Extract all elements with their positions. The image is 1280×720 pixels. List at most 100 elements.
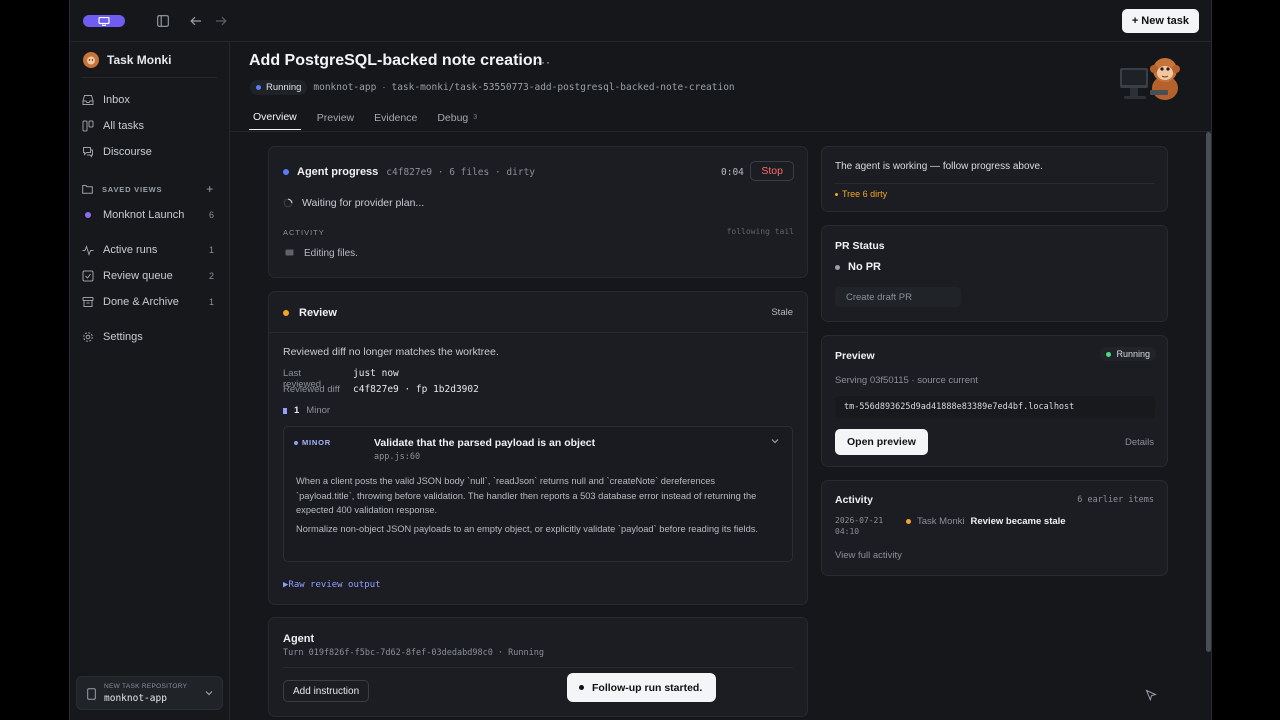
pr-status-card: PR Status No PR Create draft PR bbox=[821, 225, 1168, 322]
device-icon bbox=[87, 688, 96, 700]
tree-status: Tree 6 dirty bbox=[842, 189, 888, 199]
sidebar-item-count: 1 bbox=[208, 245, 214, 255]
activity-timestamp: 2026-07-21 04:10 bbox=[835, 516, 884, 536]
preview-status-badge: Running bbox=[1100, 347, 1156, 361]
chevron-down-icon[interactable] bbox=[771, 438, 779, 444]
message-icon bbox=[285, 249, 294, 256]
top-bar: + New task bbox=[70, 0, 1211, 42]
divider bbox=[835, 183, 1155, 184]
tab-debug[interactable]: Debug 3 bbox=[433, 111, 481, 130]
branch-name[interactable]: task-monki/task-53550773-add-postgresql-… bbox=[391, 82, 734, 93]
more-options-icon[interactable]: ··· bbox=[536, 55, 551, 69]
toast-dot bbox=[579, 685, 584, 690]
inbox-icon bbox=[82, 95, 94, 105]
review-state: Stale bbox=[771, 307, 793, 318]
toast-notification: Follow-up run started. bbox=[567, 673, 716, 702]
divider bbox=[82, 77, 217, 78]
agent-progress-title: Agent progress bbox=[297, 166, 379, 178]
pr-status-title: PR Status bbox=[835, 240, 885, 252]
add-instruction-button[interactable]: Add instruction bbox=[283, 680, 370, 702]
sidebar-item-discourse[interactable]: Discourse bbox=[82, 142, 214, 162]
sidebar-item-monknot-launch[interactable]: Monknot Launch 6 bbox=[82, 205, 214, 225]
sidebar-item-review-queue[interactable]: Review queue 2 bbox=[82, 266, 214, 286]
review-status-dot bbox=[283, 310, 289, 316]
sidebar-item-active-runs[interactable]: Active runs 1 bbox=[82, 240, 214, 260]
stop-button[interactable]: Stop bbox=[750, 161, 794, 181]
sidebar-item-inbox[interactable]: Inbox bbox=[82, 90, 214, 110]
agent-progress-card: Agent progress c4f827e9 · 6 files · dirt… bbox=[268, 146, 808, 278]
app-switcher-pill[interactable] bbox=[83, 15, 125, 27]
sidebar-item-count: 6 bbox=[208, 210, 214, 220]
finding-title: Validate that the parsed payload is an o… bbox=[374, 437, 596, 449]
agent-progress-meta: c4f827e9 · 6 files · dirty bbox=[386, 166, 536, 178]
gear-icon bbox=[83, 332, 93, 342]
agent-status-card: The agent is working — follow progress a… bbox=[821, 146, 1168, 212]
divider bbox=[269, 332, 807, 333]
reviewed-diff-label: Reviewed diff bbox=[283, 384, 340, 395]
preview-url[interactable]: tm-556d893625d9ad41888e83389e7ed4bf.loca… bbox=[835, 396, 1155, 418]
spinner-icon bbox=[283, 198, 293, 208]
sidebar-item-label: Done & Archive bbox=[103, 296, 179, 308]
tree-dirty-dot bbox=[835, 192, 838, 196]
activity-entry: Task Monki Review became stale bbox=[906, 516, 1066, 527]
reviewed-diff-value: c4f827e9 · fp 1b2d3902 bbox=[353, 384, 479, 395]
tab-preview[interactable]: Preview bbox=[313, 111, 358, 130]
task-meta: Running monknot-app · task-monki/task-53… bbox=[250, 80, 735, 95]
finding-location[interactable]: app.js:60 bbox=[374, 452, 420, 462]
preview-title: Preview bbox=[835, 350, 875, 362]
raw-review-output-toggle[interactable]: ▶Raw review output bbox=[283, 580, 381, 590]
agent-title: Agent bbox=[283, 633, 315, 645]
scrollbar[interactable] bbox=[1206, 132, 1211, 652]
agent-turn: Turn 019f826f-f5bc-7d62-8fef-03dedabd98c… bbox=[283, 648, 544, 658]
finding-body: When a client posts the valid JSON body … bbox=[296, 476, 757, 515]
repository-select[interactable]: NEW TASK REPOSITORY monknot-app bbox=[76, 676, 223, 710]
brand[interactable]: Task Monki bbox=[83, 52, 171, 68]
new-task-button[interactable]: + New task bbox=[1121, 9, 1199, 33]
severity-marker bbox=[283, 407, 287, 414]
add-saved-view-button[interactable]: + bbox=[206, 182, 214, 196]
cursor-pointer-icon bbox=[1145, 689, 1157, 701]
finding-count: 1 bbox=[294, 405, 300, 416]
open-preview-button[interactable]: Open preview bbox=[835, 429, 928, 455]
working-message: The agent is working — follow progress a… bbox=[835, 161, 1043, 172]
tab-overview[interactable]: Overview bbox=[249, 111, 301, 130]
sidebar-toggle-icon[interactable] bbox=[155, 13, 171, 29]
monkey-mascot-illustration bbox=[1120, 58, 1180, 100]
preview-details-link[interactable]: Details bbox=[1125, 437, 1154, 448]
tab-badge: 3 bbox=[473, 114, 478, 121]
sidebar-item-label: Settings bbox=[103, 331, 143, 343]
finding-item[interactable]: MINOR Validate that the parsed payload i… bbox=[283, 426, 793, 562]
chevron-down-icon bbox=[205, 691, 213, 696]
divider bbox=[283, 667, 793, 668]
separator: · bbox=[382, 82, 386, 93]
saved-views-header: SAVED VIEWS + bbox=[82, 182, 214, 196]
review-title: Review bbox=[299, 307, 337, 319]
view-color-dot bbox=[85, 212, 91, 218]
pr-state: No PR bbox=[848, 261, 881, 273]
preview-card: Preview Running Serving 03f50115 · sourc… bbox=[821, 335, 1168, 467]
activity-title: Activity bbox=[835, 494, 873, 506]
archive-icon bbox=[82, 297, 94, 307]
chat-icon bbox=[83, 147, 93, 158]
status-dot bbox=[256, 85, 261, 90]
tab-evidence[interactable]: Evidence bbox=[370, 111, 421, 130]
sidebar-item-count: 2 bbox=[208, 271, 214, 281]
brand-name: Task Monki bbox=[107, 53, 172, 67]
sidebar-item-settings[interactable]: Settings bbox=[82, 327, 214, 347]
toast-message: Follow-up run started. bbox=[592, 681, 703, 694]
sidebar-item-label: All tasks bbox=[103, 120, 144, 132]
earlier-items[interactable]: 6 earlier items bbox=[1077, 495, 1154, 505]
folder-icon bbox=[82, 185, 93, 194]
sidebar-item-label: Monknot Launch bbox=[103, 209, 185, 221]
agent-card: Agent Turn 019f826f-f5bc-7d62-8fef-03ded… bbox=[268, 617, 808, 717]
sidebar-item-done-archive[interactable]: Done & Archive 1 bbox=[82, 292, 214, 312]
forward-arrow-icon[interactable] bbox=[213, 13, 229, 29]
review-card: Review Stale Reviewed diff no longer mat… bbox=[268, 291, 808, 605]
page-title: Add PostgreSQL-backed note creation bbox=[249, 52, 543, 69]
activity-label: ACTIVITY bbox=[283, 228, 325, 237]
sidebar-item-all-tasks[interactable]: All tasks bbox=[82, 116, 214, 136]
create-draft-pr-button[interactable]: Create draft PR bbox=[835, 287, 961, 307]
view-full-activity-link[interactable]: View full activity bbox=[835, 550, 902, 561]
back-arrow-icon[interactable] bbox=[188, 13, 204, 29]
finding-recommendation: Normalize non-object JSON payloads to an… bbox=[296, 524, 758, 534]
